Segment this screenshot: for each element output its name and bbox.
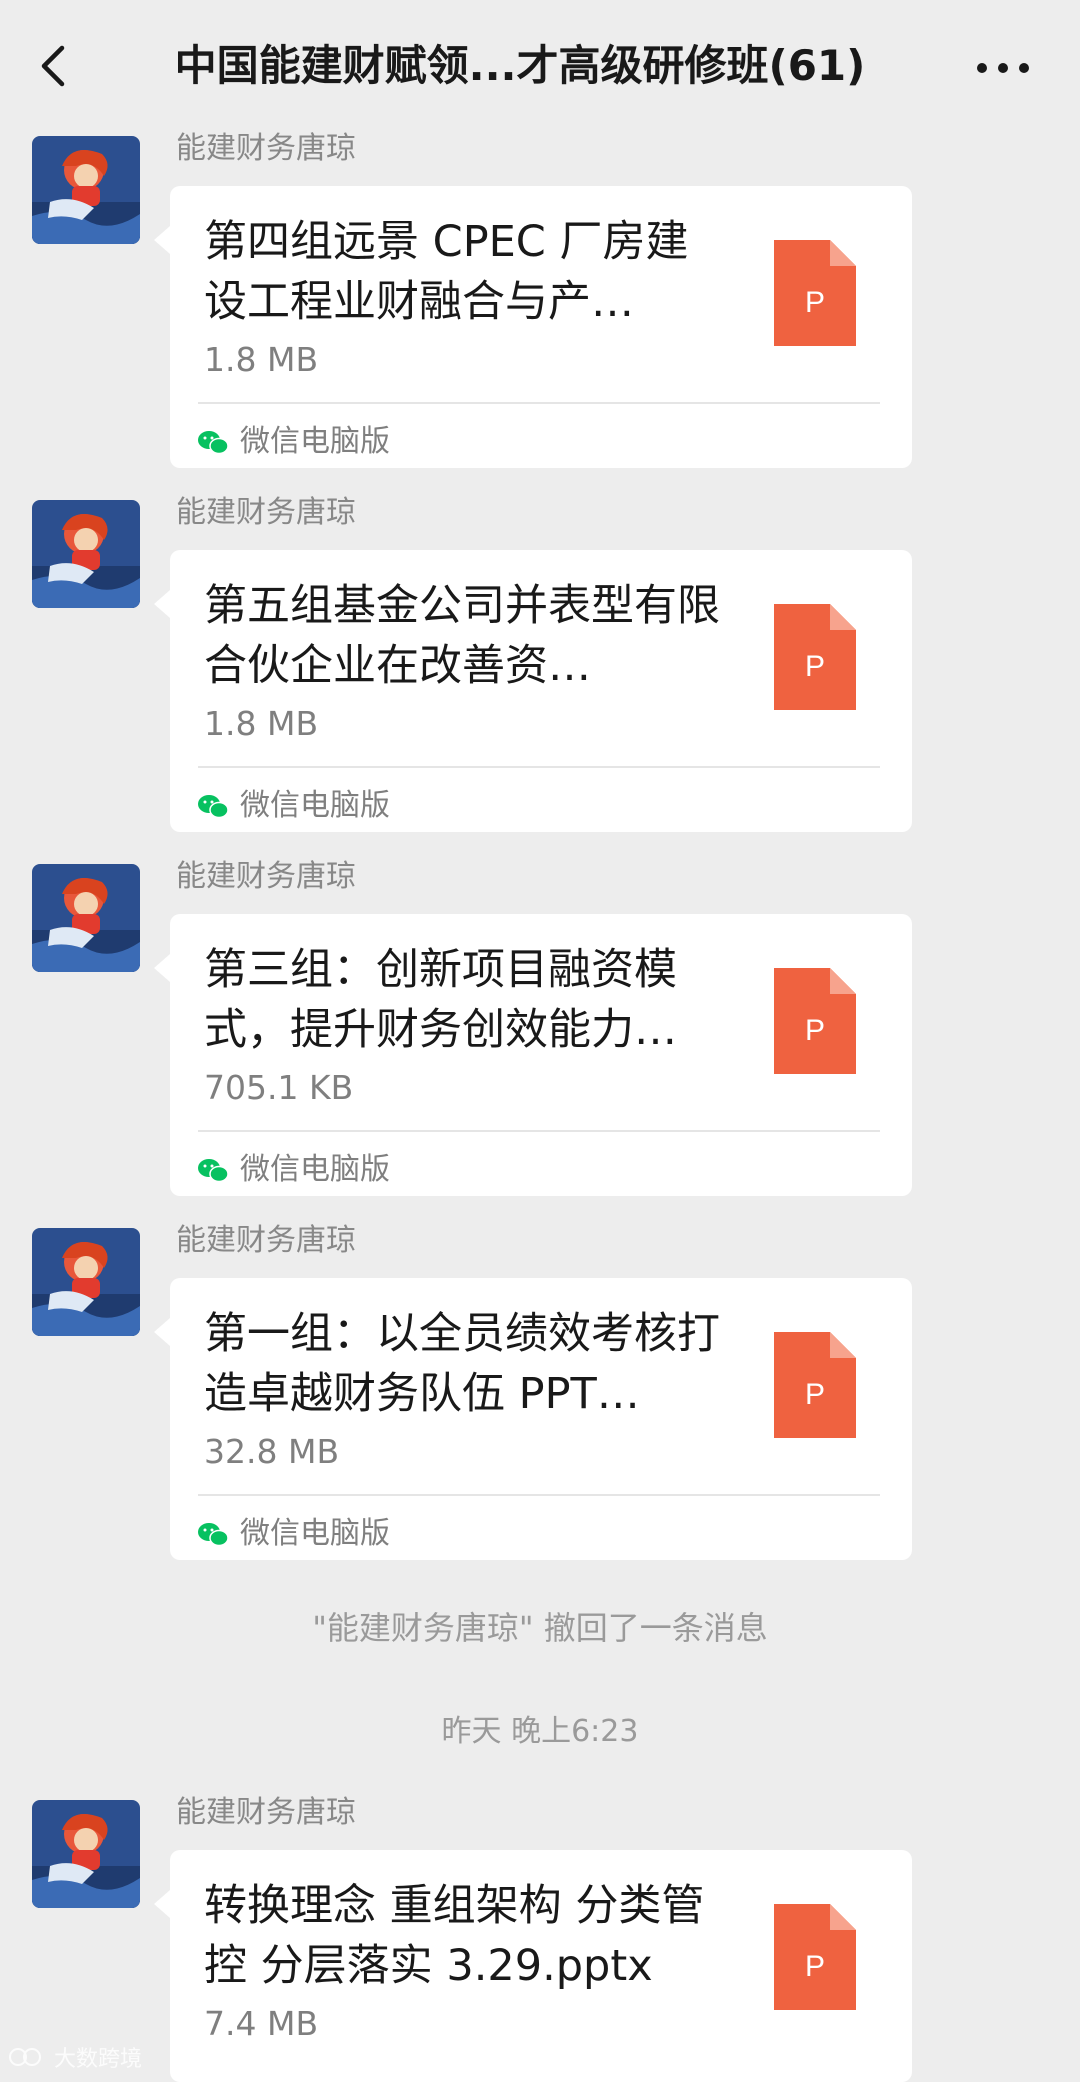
- source-label: 微信电脑版: [240, 1152, 390, 1187]
- avatar[interactable]: [32, 500, 140, 608]
- file-name: 第四组远景 CPEC 厂房建设工程业财融合与产…: [204, 217, 689, 327]
- watermark-text: 大数跨境: [54, 2047, 143, 2072]
- file-name: 转换理念 重组架构 分类管控 分层落实 3.29.pptx: [204, 1881, 705, 1991]
- source-label: 微信电脑版: [240, 788, 390, 823]
- watermark: 大数跨境: [8, 2042, 142, 2072]
- avatar-image: [32, 1800, 140, 1908]
- file-size: 32.8 MB: [204, 1432, 340, 1471]
- ppt-file-icon: P: [774, 968, 856, 1074]
- chat-header: 中国能建财赋领...才高级研修班(61): [0, 0, 1080, 132]
- file-message-bubble[interactable]: 第四组远景 CPEC 厂房建设工程业财融合与产… 1.8 MB P 微信电脑版: [154, 186, 912, 468]
- wechat-icon: [198, 795, 229, 819]
- ppt-file-icon: P: [774, 240, 856, 346]
- file-message-bubble[interactable]: 转换理念 重组架构 分类管控 分层落实 3.29.pptx 7.4 MB P: [154, 1850, 912, 2082]
- wechat-icon: [198, 431, 229, 455]
- file-size: 705.1 KB: [204, 1068, 354, 1107]
- file-message-bubble[interactable]: 第五组基金公司并表型有限合伙企业在改善资… 1.8 MB P 微信电脑版: [154, 550, 912, 832]
- svg-text:P: P: [805, 1950, 825, 1983]
- chevron-left-icon: [41, 45, 65, 87]
- svg-text:P: P: [805, 1378, 825, 1411]
- chat-title: 中国能建财赋领...才高级研修班(61): [174, 41, 866, 90]
- file-name: 第三组：创新项目融资模式，提升财务创效能力…: [204, 945, 677, 1055]
- message-source: 微信电脑版: [196, 1514, 390, 1554]
- sender-name: 能建财务唐琼: [176, 859, 356, 894]
- more-dots-icon: [977, 63, 1029, 73]
- sender-name: 能建财务唐琼: [176, 1795, 356, 1830]
- sender-name: 能建财务唐琼: [176, 131, 356, 166]
- avatar[interactable]: [32, 864, 140, 972]
- svg-text:P: P: [805, 650, 825, 683]
- file-size: 1.8 MB: [204, 704, 319, 743]
- ppt-file-icon: P: [774, 1332, 856, 1438]
- avatar-image: [32, 136, 140, 244]
- watermark-logo-icon: [9, 2048, 41, 2066]
- avatar-image: [32, 1228, 140, 1336]
- divider: [198, 766, 880, 768]
- divider: [198, 1494, 880, 1496]
- ppt-file-icon: P: [774, 1904, 856, 2010]
- avatar[interactable]: [32, 1228, 140, 1336]
- sender-name: 能建财务唐琼: [176, 495, 356, 530]
- wechat-icon: [198, 1159, 229, 1183]
- file-size: 7.4 MB: [204, 2004, 319, 2043]
- more-options-button[interactable]: [968, 40, 1038, 96]
- ppt-file-icon: P: [774, 604, 856, 710]
- avatar[interactable]: [32, 136, 140, 244]
- divider: [198, 402, 880, 404]
- timestamp: 昨天 晚上6:23: [441, 1714, 639, 1749]
- divider: [198, 1130, 880, 1132]
- message-source: 微信电脑版: [196, 1150, 390, 1190]
- svg-text:P: P: [805, 286, 825, 319]
- message-source: 微信电脑版: [196, 422, 390, 462]
- file-message-bubble[interactable]: 第一组：以全员绩效考核打造卓越财务队伍 PPT… 32.8 MB P 微信电脑版: [154, 1278, 912, 1560]
- source-label: 微信电脑版: [240, 424, 390, 459]
- file-message-bubble[interactable]: 第三组：创新项目融资模式，提升财务创效能力… 705.1 KB P 微信电脑版: [154, 914, 912, 1196]
- back-button[interactable]: [26, 34, 86, 98]
- recall-notice: "能建财务唐琼" 撤回了一条消息: [312, 1609, 768, 1647]
- sender-name: 能建财务唐琼: [176, 1223, 356, 1258]
- file-name: 第五组基金公司并表型有限合伙企业在改善资…: [204, 581, 720, 691]
- source-label: 微信电脑版: [240, 1516, 390, 1551]
- avatar[interactable]: [32, 1800, 140, 1908]
- message-source: 微信电脑版: [196, 786, 390, 826]
- avatar-image: [32, 500, 140, 608]
- wechat-icon: [198, 1523, 229, 1547]
- avatar-image: [32, 864, 140, 972]
- file-size: 1.8 MB: [204, 340, 319, 379]
- file-name: 第一组：以全员绩效考核打造卓越财务队伍 PPT…: [204, 1309, 720, 1419]
- svg-text:P: P: [805, 1014, 825, 1047]
